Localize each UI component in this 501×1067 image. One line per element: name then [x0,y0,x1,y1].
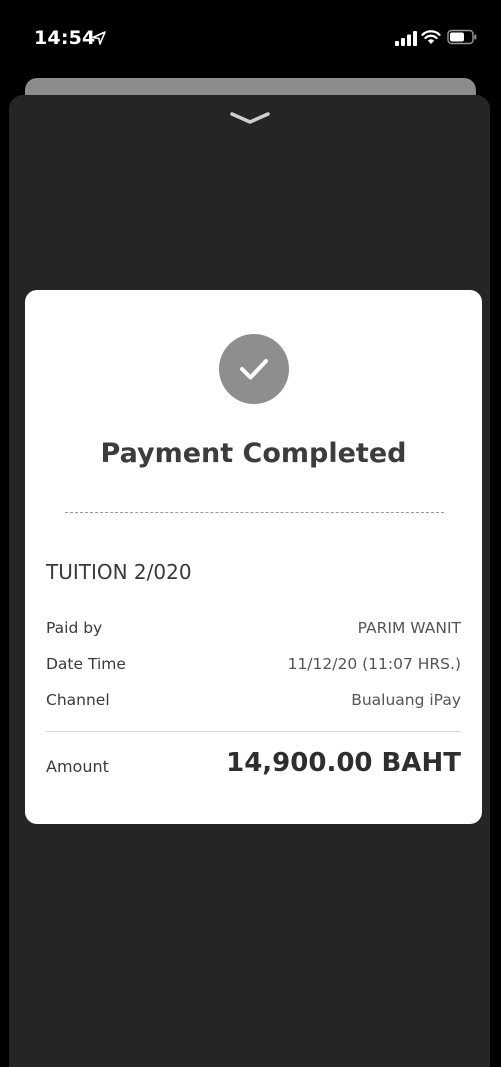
status-bar: 14:54 [0,0,501,78]
detail-value: Bualuang iPay [351,691,461,709]
location-arrow-icon [92,31,106,45]
chevron-down-icon[interactable] [224,110,276,126]
amount-label: Amount [46,757,109,776]
amount-value: 14,900.00 BAHT [226,748,461,778]
detail-row-date-time: Date Time 11/12/20 (11:07 HRS.) [46,655,461,677]
receipt-card: Payment Completed TUITION 2/020 Paid by … [25,290,482,824]
detail-label: Paid by [46,619,103,637]
detail-value: 11/12/20 (11:07 HRS.) [287,655,461,673]
status-time: 14:54 [34,27,96,49]
signal-icon [395,31,417,46]
success-badge [219,334,289,404]
detail-row-paid-by: Paid by PARIM WANIT [46,619,461,641]
detail-value: PARIM WANIT [357,619,461,637]
item-name: TUITION 2/020 [46,560,192,584]
detail-row-channel: Channel Bualuang iPay [46,691,461,713]
detail-label: Channel [46,691,110,709]
dashed-separator [65,512,444,513]
receipt-title: Payment Completed [100,438,407,469]
check-icon [240,359,268,380]
screen: 14:54 Payment Completed TUITION 2/020 Pa… [0,0,501,1067]
battery-icon [447,29,477,45]
divider [46,731,461,732]
detail-label: Date Time [46,655,126,673]
wifi-icon [421,30,441,44]
